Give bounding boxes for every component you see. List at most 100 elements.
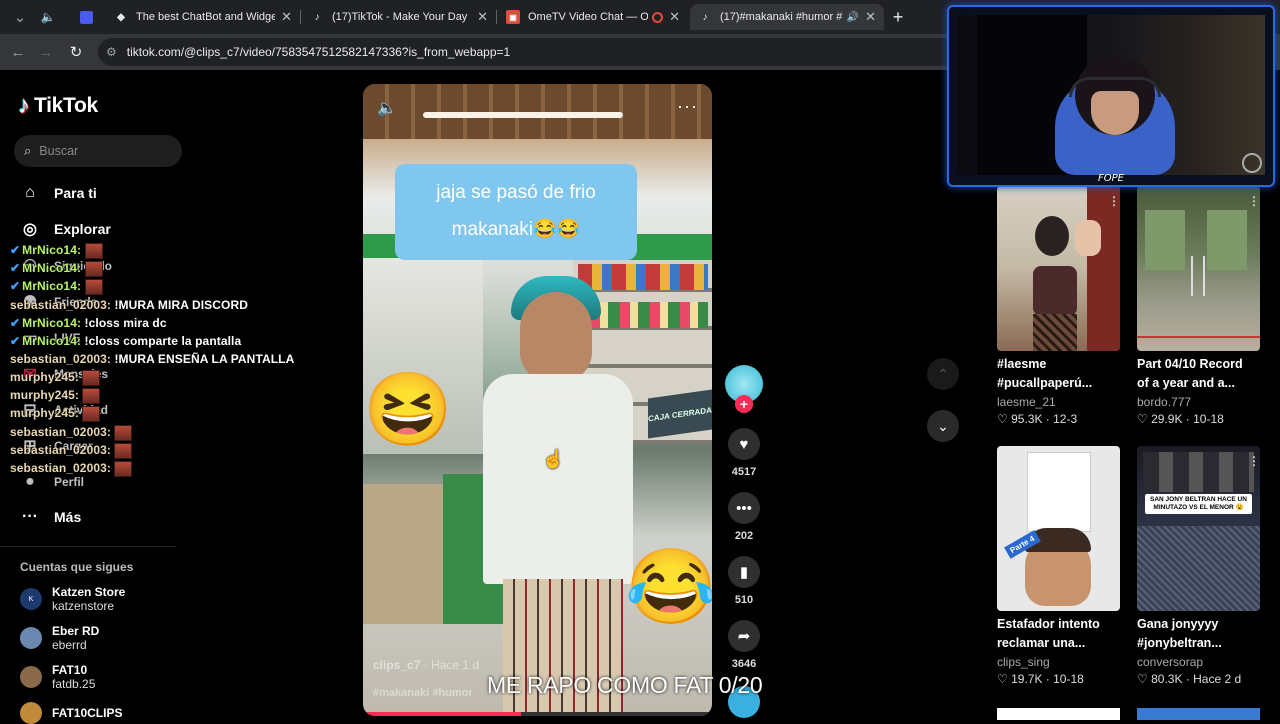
speaker-icon[interactable]: 🔊 bbox=[847, 12, 859, 23]
browser-tab-tiktok[interactable]: ♪ (17)TikTok - Make Your Day ✕ bbox=[302, 4, 496, 30]
close-icon[interactable]: ✕ bbox=[669, 9, 680, 25]
search-input[interactable]: ⌕ Buscar bbox=[14, 135, 182, 167]
next-video-button[interactable]: ⌄ bbox=[927, 410, 959, 442]
browser-tab-makanaki[interactable]: ♪ (17)#makanaki #humor #p 🔊 ✕ bbox=[690, 4, 884, 30]
person-face bbox=[520, 292, 592, 382]
chat-message: ✔ MrNico14: bbox=[10, 261, 103, 277]
card-date: 12-3 bbox=[1053, 412, 1078, 426]
heart-outline-icon: ♡ bbox=[1137, 412, 1152, 426]
home-icon: ⌂ bbox=[25, 184, 35, 201]
card-title-line: of a year and a... bbox=[1137, 376, 1235, 390]
ometv-icon: ▣ bbox=[506, 10, 520, 24]
nav-mas[interactable]: ··· Más bbox=[20, 507, 81, 527]
extension-icon[interactable] bbox=[76, 7, 96, 27]
compass-icon: ◎ bbox=[23, 221, 37, 238]
card-date: Hace 2 d bbox=[1193, 672, 1242, 686]
video-card[interactable]: #laesme ⋮ #pucallpaperú... laesme_21 ♡ 95… bbox=[997, 186, 1120, 426]
chat-username: sebastian_02003: bbox=[10, 425, 111, 440]
video-card[interactable]: Part 04/10 Record ⋮ of a year and a... bo… bbox=[1137, 186, 1260, 426]
ladder bbox=[1191, 256, 1205, 296]
store-sign-text: CAJA CERRADA bbox=[648, 405, 712, 423]
video-hashtags[interactable]: #makanaki #humor bbox=[373, 687, 473, 699]
card-title-line: Part 04/10 Record bbox=[1137, 357, 1243, 371]
streamelements-icon: ◆ bbox=[117, 11, 125, 23]
nav-explorar[interactable]: ◎ Explorar bbox=[20, 219, 111, 239]
chat-username: sebastian_02003: bbox=[10, 461, 111, 476]
account-handle: fatdb.25 bbox=[52, 677, 96, 691]
card-author[interactable]: bordo.777 bbox=[1137, 395, 1260, 409]
forward-icon[interactable]: → bbox=[36, 42, 56, 62]
video-caption: jaja se pasó de frio makanaki😂😂 bbox=[395, 174, 637, 248]
browser-tab-ometv[interactable]: ▣ OmeTV Video Chat — Ome ✕ bbox=[498, 4, 688, 30]
recording-icon bbox=[652, 11, 664, 23]
card-author[interactable]: laesme_21 bbox=[997, 395, 1120, 409]
like-count: 4517 bbox=[731, 466, 757, 478]
nav-label: Perfil bbox=[54, 475, 85, 489]
followed-account[interactable]: Eber RD eberrd bbox=[20, 624, 99, 652]
headphones bbox=[1069, 77, 1161, 97]
red-line bbox=[1137, 336, 1260, 338]
video-card-peek[interactable] bbox=[1137, 708, 1260, 720]
laughing-emoji-icon: 😆 bbox=[363, 370, 453, 450]
save-button[interactable]: ▮ 510 bbox=[728, 556, 760, 606]
webcam-overlay: FOPE bbox=[947, 5, 1275, 187]
url-field[interactable]: ⚙ tiktok.com/@clips_c7/video/75835475125… bbox=[98, 38, 978, 66]
new-tab-icon[interactable]: + bbox=[888, 7, 908, 27]
caption-line: jaja se pasó de frio bbox=[436, 182, 596, 203]
window bbox=[1207, 210, 1247, 270]
tab-search-icon[interactable]: ⌄ bbox=[10, 7, 30, 27]
volume-icon[interactable]: 🔈 bbox=[377, 98, 397, 118]
person-top bbox=[1033, 266, 1077, 316]
logo-icon bbox=[1242, 153, 1262, 173]
follow-plus-icon[interactable]: + bbox=[735, 395, 753, 413]
like-button[interactable]: ♥ 4517 bbox=[728, 428, 760, 478]
video-options-icon[interactable]: ··· bbox=[677, 96, 698, 117]
site-info-icon[interactable]: ⚙ bbox=[106, 45, 117, 59]
card-author[interactable]: clips_sing bbox=[997, 655, 1120, 669]
account-name: Katzen Store bbox=[52, 585, 126, 599]
video-time: Hace 1 d bbox=[431, 658, 480, 672]
creator-avatar[interactable]: + bbox=[725, 365, 763, 413]
card-title-line: Estafador intento bbox=[997, 617, 1100, 631]
tiktok-icon: ♪ bbox=[702, 11, 708, 23]
chat-username: MrNico14: bbox=[22, 261, 82, 276]
card-author[interactable]: conversorap bbox=[1137, 655, 1260, 669]
followed-account[interactable]: K Katzen Store katzenstore bbox=[20, 585, 125, 613]
video-thumbnail: Parte 4 bbox=[997, 446, 1120, 611]
nav-para-ti[interactable]: ⌂ Para ti bbox=[20, 183, 97, 203]
chat-username: MrNico14: bbox=[22, 279, 82, 294]
necklace bbox=[533, 384, 585, 398]
video-card-peek[interactable] bbox=[997, 708, 1120, 720]
back-icon[interactable]: ← bbox=[8, 42, 28, 62]
video-author-line[interactable]: clips_c7 · Hace 1 d bbox=[373, 658, 479, 672]
reload-icon[interactable]: ↻ bbox=[66, 42, 86, 62]
video-card[interactable]: SAN JONY BELTRAN HACE UN MINUTAZO VS EL … bbox=[1137, 446, 1260, 686]
share-button[interactable]: ➦ 3646 bbox=[728, 620, 760, 670]
video-thumbnail: SAN JONY BELTRAN HACE UN MINUTAZO VS EL … bbox=[1137, 446, 1260, 611]
boxes bbox=[363, 484, 443, 624]
close-icon[interactable]: ✕ bbox=[477, 9, 488, 25]
tab-title: (17)#makanaki #humor #p bbox=[720, 11, 843, 23]
browser-tab-chatbot[interactable]: ◆ The best ChatBot and Widgets ✕ bbox=[106, 4, 300, 30]
crowd bbox=[1143, 452, 1254, 492]
raised-hand bbox=[1075, 220, 1101, 256]
previous-video-button[interactable]: ⌃ bbox=[927, 358, 959, 390]
close-icon[interactable]: ✕ bbox=[281, 9, 292, 25]
following-header: Cuentas que sigues bbox=[20, 560, 134, 574]
followed-account[interactable]: FAT10 fatdb.25 bbox=[20, 663, 95, 691]
comment-count: 202 bbox=[734, 530, 754, 542]
video-card[interactable]: Parte 4 Estafador intento reclamar una..… bbox=[997, 446, 1120, 686]
tiktok-logo[interactable]: ♪ TikTok bbox=[18, 92, 98, 120]
avatar bbox=[20, 702, 42, 724]
chat-username: sebastian_02003: bbox=[10, 352, 111, 366]
followed-account[interactable]: FAT10CLIPS bbox=[20, 702, 122, 724]
tab-audio-icon[interactable]: 🔈 bbox=[38, 7, 58, 27]
comment-button[interactable]: ••• 202 bbox=[728, 492, 760, 542]
close-icon[interactable]: ✕ bbox=[865, 9, 876, 25]
more-icon: ··· bbox=[22, 508, 38, 525]
chat-emote-icon bbox=[82, 370, 101, 386]
video-player[interactable]: CAJA CERRADA jaja se pasó de frio makana… bbox=[363, 84, 712, 716]
card-meta: ♡ 29.9K · 10-18 bbox=[1137, 412, 1224, 426]
avatar: K bbox=[20, 588, 42, 610]
video-author: clips_c7 bbox=[373, 658, 421, 672]
